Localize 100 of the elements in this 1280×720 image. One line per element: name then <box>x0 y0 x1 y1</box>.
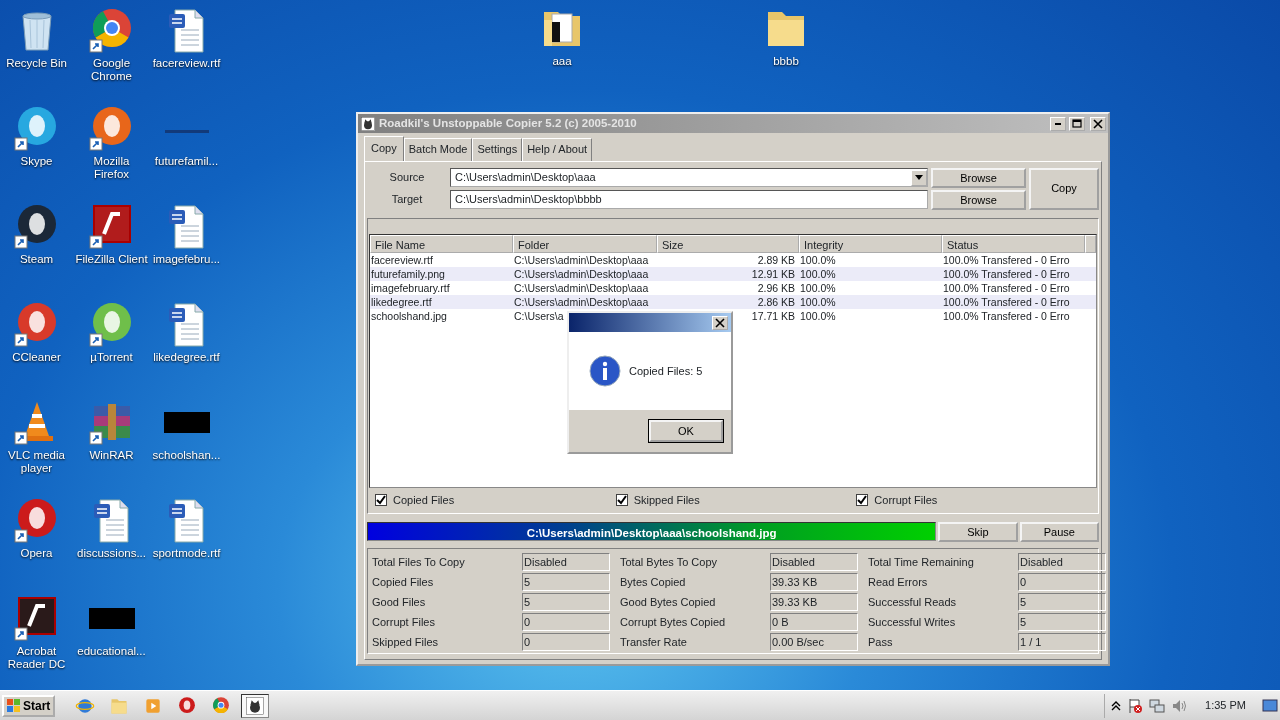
maximize-icon <box>1071 117 1083 130</box>
stat-value: 0.00 B/sec <box>770 632 858 651</box>
table-cell: 100.0% Transfered - 0 Erro <box>942 252 1070 267</box>
clock[interactable]: 1:35 PM <box>1193 697 1256 714</box>
desktop-icon-label[interactable]: µTorrent <box>90 351 133 364</box>
start-button[interactable]: Start <box>2 694 56 717</box>
checkbox[interactable] <box>375 494 387 507</box>
stat-label: Good Bytes Copied <box>620 594 717 610</box>
stat-label: Skipped Files <box>372 634 440 650</box>
close-button[interactable] <box>1090 116 1106 131</box>
close-icon <box>1092 117 1104 130</box>
taskbar-button[interactable] <box>241 693 270 718</box>
desktop-icon-label[interactable]: facereview.rtf <box>152 57 221 70</box>
table-cell-text: 2.96 KB <box>756 280 796 295</box>
desktop-icon-label[interactable]: WinRAR <box>89 449 134 462</box>
table-cell: 100.0% Transfered - 0 Erro <box>942 266 1070 281</box>
desktop-icon-label[interactable]: Skype <box>20 155 53 168</box>
desktop-icon-label[interactable]: Mozilla Firefox <box>74 155 149 181</box>
desktop-icon-label[interactable]: Acrobat Reader DC <box>0 645 74 671</box>
progress-text: C:\Users\admin\Desktop\aaa\schoolshand.jpg <box>525 526 778 541</box>
column-header[interactable]: Folder <box>513 234 657 253</box>
flag-icon[interactable] <box>1127 697 1144 714</box>
field-label: Target <box>390 192 424 208</box>
table-cell: 100.0% <box>799 308 836 323</box>
windows-logo-icon <box>7 698 21 713</box>
desktop-icon-label[interactable]: futurefamil... <box>154 155 219 168</box>
column-header[interactable]: Status <box>942 234 1085 253</box>
stat-label: Transfer Rate <box>620 634 688 650</box>
ok-button[interactable]: OK <box>649 420 723 442</box>
check-icon <box>857 495 868 506</box>
close-button[interactable] <box>712 315 728 330</box>
table-cell: imagefebruary.rtf <box>370 280 450 295</box>
skip-button[interactable]: Skip <box>938 521 1018 542</box>
browse-button[interactable]: Browse <box>931 167 1026 188</box>
ring-app-icon <box>211 695 232 716</box>
stat-value: 0 <box>1018 572 1106 591</box>
stat-value: 1 / 1 <box>1018 632 1106 651</box>
stat-value: 0 <box>522 632 610 651</box>
desktop-icon-label[interactable]: likedegree.rtf <box>153 351 220 364</box>
window-title: Roadkil's Unstoppable Copier 5.2 (c) 2005-2010 <box>379 115 637 131</box>
table-cell-text: 12.91 KB <box>750 266 796 281</box>
stat-value: 0 <box>522 612 610 631</box>
check-icon <box>376 495 386 506</box>
checkbox[interactable] <box>615 494 628 507</box>
desktop-icon-label[interactable]: Google Chrome <box>74 57 149 83</box>
stat-label: Total Files To Copy <box>372 554 466 570</box>
stat-value: 5 <box>522 572 610 591</box>
checkbox-label: Corrupt Files <box>874 493 938 508</box>
tab[interactable]: Settings <box>472 138 523 161</box>
stat-label: Successful Reads <box>868 594 958 610</box>
column-header[interactable]: Integrity <box>799 234 942 253</box>
table-cell: likedegree.rtf <box>370 294 432 309</box>
table-cell: 100.0% <box>799 280 836 295</box>
desktop-icon-label[interactable]: CCleaner <box>12 351 61 364</box>
desktop-icon-label[interactable]: schoolshan... <box>152 449 221 462</box>
chevron-icon[interactable] <box>1111 700 1122 711</box>
copy-button[interactable]: Copy <box>1029 167 1099 210</box>
browse-button[interactable]: Browse <box>931 189 1026 210</box>
info-icon <box>589 355 621 387</box>
table-cell: C:\Users\admin\Desktop\aaa <box>513 294 649 309</box>
desktop-icon-label[interactable]: Recycle Bin <box>6 57 67 70</box>
table-cell: C:\Users\admin\Desktop\aaa <box>513 252 649 267</box>
desktop-icon-label[interactable]: educational... <box>77 645 146 658</box>
desktop-icon-label[interactable]: Steam <box>19 253 54 266</box>
stat-label: Bytes Copied <box>620 574 687 590</box>
network-icon[interactable] <box>1149 697 1166 714</box>
dropdown-button[interactable] <box>911 169 927 186</box>
path-dropdown[interactable]: C:\Users\admin\Desktop\aaa <box>450 168 928 187</box>
folder-label[interactable]: bbbb <box>773 55 799 68</box>
desktop-icon-label[interactable]: Opera <box>20 547 53 560</box>
desktop-icon-label[interactable]: discussions... <box>77 547 146 560</box>
table-cell-text: 2.86 KB <box>756 294 796 309</box>
stat-value: 5 <box>522 592 610 611</box>
desktop-icon-label[interactable]: imagefebru... <box>152 253 221 266</box>
tab[interactable]: Batch Mode <box>403 138 473 161</box>
show-desktop-icon[interactable] <box>1262 698 1278 713</box>
desktop-icon-label[interactable]: VLC media player <box>0 449 74 475</box>
table-cell: 100.0% <box>799 294 836 309</box>
table-cell: 100.0% <box>799 252 836 267</box>
stat-label: Total Bytes To Copy <box>620 554 718 570</box>
app-icon <box>360 115 376 132</box>
pause-button[interactable]: Pause <box>1019 521 1099 542</box>
stat-label: Pass <box>868 634 894 650</box>
maximize-button[interactable] <box>1069 116 1085 131</box>
tab[interactable]: Copy <box>364 136 404 161</box>
folder-label[interactable]: aaa <box>552 55 572 68</box>
desktop-icon-label[interactable]: sportmode.rtf <box>152 547 221 560</box>
stat-label: Successful Writes <box>868 614 957 630</box>
checkbox[interactable] <box>856 494 869 507</box>
checkbox-label: Copied Files <box>393 493 455 508</box>
stat-label: Copied Files <box>372 574 435 590</box>
column-header[interactable]: File Name <box>370 234 513 253</box>
table-cell: 100.0% <box>799 266 836 281</box>
table-cell: C:\Users\admin\Desktop\aaa <box>513 280 649 295</box>
close-icon <box>714 316 726 329</box>
path-field[interactable]: C:\Users\admin\Desktop\bbbb <box>450 190 928 209</box>
column-header[interactable]: Size <box>657 234 799 253</box>
desktop-icon-label[interactable]: FileZilla Client <box>75 253 148 266</box>
minimize-button[interactable] <box>1050 116 1066 131</box>
tab[interactable]: Help / About <box>522 138 593 161</box>
